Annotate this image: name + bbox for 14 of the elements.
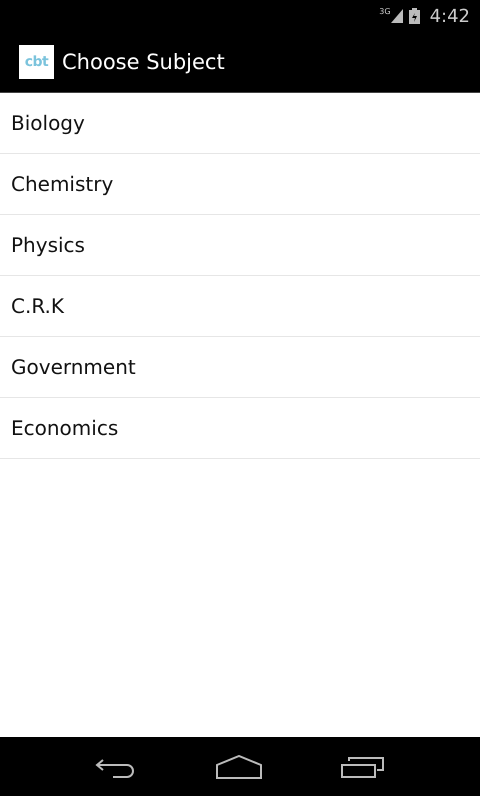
signal-icon xyxy=(390,9,403,23)
clock: 4:42 xyxy=(430,6,470,26)
battery-icon xyxy=(408,8,420,24)
subject-item[interactable]: Physics xyxy=(0,215,480,276)
app-logo: cbt xyxy=(19,45,54,79)
recent-apps-icon[interactable] xyxy=(341,756,386,778)
screen-title: Choose Subject xyxy=(62,50,225,74)
subject-item[interactable]: Government xyxy=(0,337,480,398)
home-icon[interactable] xyxy=(216,754,262,778)
network-type: 3G xyxy=(379,7,391,16)
subject-item[interactable]: Biology xyxy=(0,93,480,154)
subject-item[interactable]: Economics xyxy=(0,398,480,459)
subject-item[interactable]: Chemistry xyxy=(0,154,480,215)
subject-item[interactable]: C.R.K xyxy=(0,276,480,337)
